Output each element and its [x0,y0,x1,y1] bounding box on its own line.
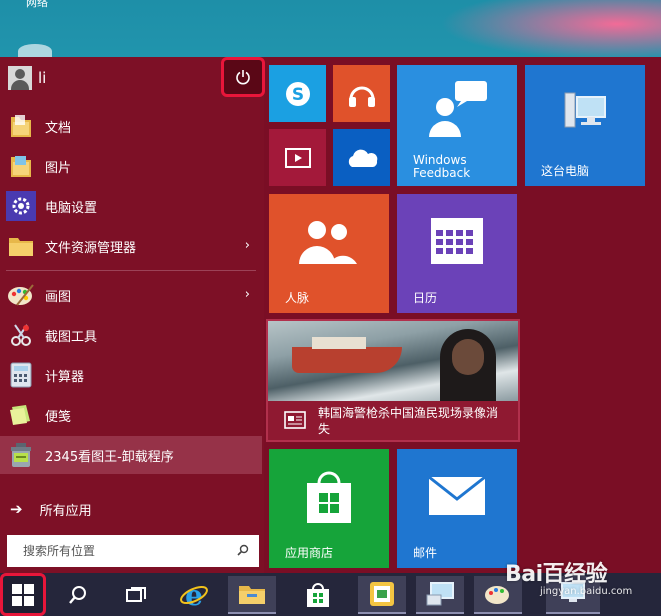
menu-item-documents[interactable]: 文档 [0,107,262,145]
folder-pictures-icon [6,151,36,181]
headphones-icon [333,65,390,122]
menu-item-pc-settings[interactable]: 电脑设置 [0,187,262,225]
menu-item-label: 文件资源管理器 [45,240,137,256]
paint-palette-icon [6,280,36,310]
desktop-network-label: 网络 [26,0,48,9]
search-box[interactable] [7,535,259,567]
tile-news[interactable]: 韩国海警枪杀中国渔民现场录像消失 [266,319,520,442]
mail-envelope-icon [427,475,487,517]
start-left-panel: li 文档 图片 电脑设置 文件资源管理器 › 画图 › 截图工具 计算器 便笺… [0,57,265,573]
tile-this-pc[interactable]: 这台电脑 [525,65,645,186]
tile-windows-feedback[interactable]: Windows Feedback [397,65,517,186]
tile-label: 邮件 [413,546,438,560]
svg-text:e: e [185,580,203,610]
gear-icon [6,191,36,221]
sticky-note-icon [6,400,36,430]
start-button[interactable] [0,573,46,616]
taskbar-store[interactable] [294,576,342,614]
arrow-right-icon: ➔ [10,500,23,518]
tile-onedrive[interactable] [333,129,390,186]
newspaper-icon [284,411,306,429]
news-headline: 韩国海警枪杀中国渔民现场录像消失 [318,406,499,436]
taskbar-ie[interactable]: e [170,576,218,614]
tile-label: 应用商店 [285,546,334,560]
tile-label: 日历 [413,291,438,305]
windows-logo-icon [12,583,34,606]
calendar-icon [429,216,485,266]
skype-icon: S [269,65,326,122]
menu-item-sticky-notes[interactable]: 便笺 [0,396,262,434]
task-view-button[interactable] [112,576,160,614]
menu-item-label: 文档 [45,120,72,136]
menu-item-snipping-tool[interactable]: 截图工具 [0,316,262,354]
file-explorer-icon [6,231,36,261]
tile-video[interactable] [269,129,326,186]
menu-item-label: 便笺 [45,409,72,425]
menu-item-label: 画图 [45,289,72,305]
all-apps-button[interactable]: ➔ 所有应用 [0,494,262,524]
chevron-right-icon[interactable]: › [245,287,250,302]
news-caption: 韩国海警枪杀中国渔民现场录像消失 [268,401,518,440]
store-bag-icon [303,469,355,525]
menu-item-label: 图片 [45,160,72,176]
user-name: li [38,69,47,87]
svg-text:S: S [291,85,303,105]
folder-documents-icon [6,111,36,141]
internet-explorer-icon: e [180,580,208,610]
search-icon[interactable] [237,544,249,556]
menu-item-paint[interactable]: 画图 › [0,276,262,314]
computer-icon [426,582,454,606]
taskbar-2345-viewer[interactable] [358,576,406,614]
taskbar-remote-desktop[interactable] [416,576,464,614]
menu-item-calculator[interactable]: 计算器 [0,356,262,394]
tile-calendar[interactable]: 日历 [397,194,517,313]
menu-item-2345-uninstall[interactable]: 2345看图王-卸载程序 [0,436,262,474]
computer-icon [561,87,609,135]
all-apps-label: 所有应用 [39,503,92,519]
feedback-people-icon [425,79,489,139]
taskbar-search-button[interactable] [54,576,102,614]
tile-label: 人脉 [285,291,310,305]
tile-mail[interactable]: 邮件 [397,449,517,568]
tile-music[interactable] [333,65,390,122]
watermark-url: jingyan.baidu.com [540,586,633,597]
tile-people[interactable]: 人脉 [269,194,389,313]
watermark-logo: Bai百经验 [505,562,608,587]
video-icon [269,129,326,186]
tile-store[interactable]: 应用商店 [269,449,389,568]
chevron-right-icon[interactable]: › [245,238,250,253]
search-icon [69,586,86,604]
menu-item-pictures[interactable]: 图片 [0,147,262,185]
store-bag-icon [307,583,329,607]
tile-skype[interactable]: S [269,65,326,122]
wallpaper-decoration [440,0,661,60]
menu-item-file-explorer[interactable]: 文件资源管理器 › [0,227,262,265]
power-icon [236,70,250,85]
menu-item-label: 截图工具 [45,329,98,345]
tile-label: Windows Feedback [413,153,471,180]
start-menu: li 文档 图片 电脑设置 文件资源管理器 › 画图 › 截图工具 计算器 便笺… [0,57,661,573]
tile-label: 这台电脑 [541,164,590,178]
uninstall-icon [6,440,36,470]
news-photo [268,321,518,401]
image-viewer-icon [370,582,394,606]
recycle-bin-icon[interactable] [18,44,52,58]
menu-item-label: 2345看图王-卸载程序 [45,449,174,465]
avatar [8,66,32,90]
people-icon [295,216,361,266]
calculator-icon [6,360,36,390]
scissors-icon [6,320,36,350]
task-view-icon [126,587,146,602]
cloud-icon [333,129,390,186]
taskbar-file-explorer[interactable] [228,576,276,614]
file-explorer-icon [239,586,265,604]
menu-item-label: 电脑设置 [45,200,98,216]
menu-item-label: 计算器 [45,369,85,385]
power-button[interactable] [221,57,265,97]
search-input[interactable] [7,537,222,565]
menu-separator [6,270,256,271]
